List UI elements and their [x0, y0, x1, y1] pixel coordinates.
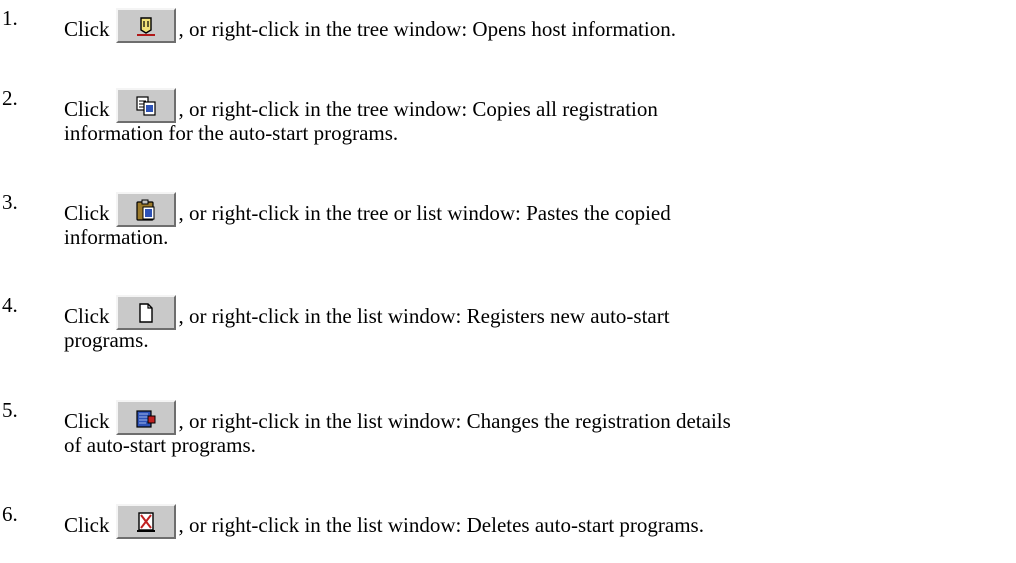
item-text-continued: information.: [64, 225, 169, 249]
item-text-continued: information for the auto-start programs.: [64, 121, 399, 145]
paste-button[interactable]: [115, 192, 176, 227]
click-word: Click: [64, 409, 110, 433]
host-info-icon: [136, 16, 155, 36]
item-text: , or right-click in the list window: Del…: [178, 513, 704, 537]
new-document-icon: [138, 302, 153, 323]
copy-icon: [135, 95, 156, 116]
click-word: Click: [64, 97, 110, 121]
item-text: , or right-click in the list window: Cha…: [178, 409, 731, 433]
item-text: , or right-click in the tree window: Ope…: [178, 17, 676, 41]
host-info-button[interactable]: [115, 8, 176, 43]
edit-details-icon: [135, 409, 155, 428]
item-text-continued: programs.: [64, 328, 149, 352]
item-number: 6.: [2, 502, 18, 526]
item-number: 5.: [2, 398, 18, 422]
edit-button[interactable]: [115, 400, 176, 435]
item-number: 3.: [2, 190, 18, 214]
click-word: Click: [64, 17, 110, 41]
click-word: Click: [64, 201, 110, 225]
item-text: , or right-click in the list window: Reg…: [178, 304, 670, 328]
delete-button[interactable]: [115, 504, 176, 539]
copy-button[interactable]: [115, 88, 176, 123]
item-number: 1.: [2, 6, 18, 30]
item-number: 2.: [2, 86, 18, 110]
click-word: Click: [64, 513, 110, 537]
item-text: , or right-click in the tree window: Cop…: [178, 97, 658, 121]
click-word: Click: [64, 304, 110, 328]
item-text: , or right-click in the tree or list win…: [178, 201, 671, 225]
paste-icon: [135, 199, 154, 221]
item-number: 4.: [2, 293, 18, 317]
new-button[interactable]: [115, 295, 176, 330]
item-text-continued: of auto-start programs.: [64, 433, 256, 457]
delete-icon: [136, 511, 155, 532]
